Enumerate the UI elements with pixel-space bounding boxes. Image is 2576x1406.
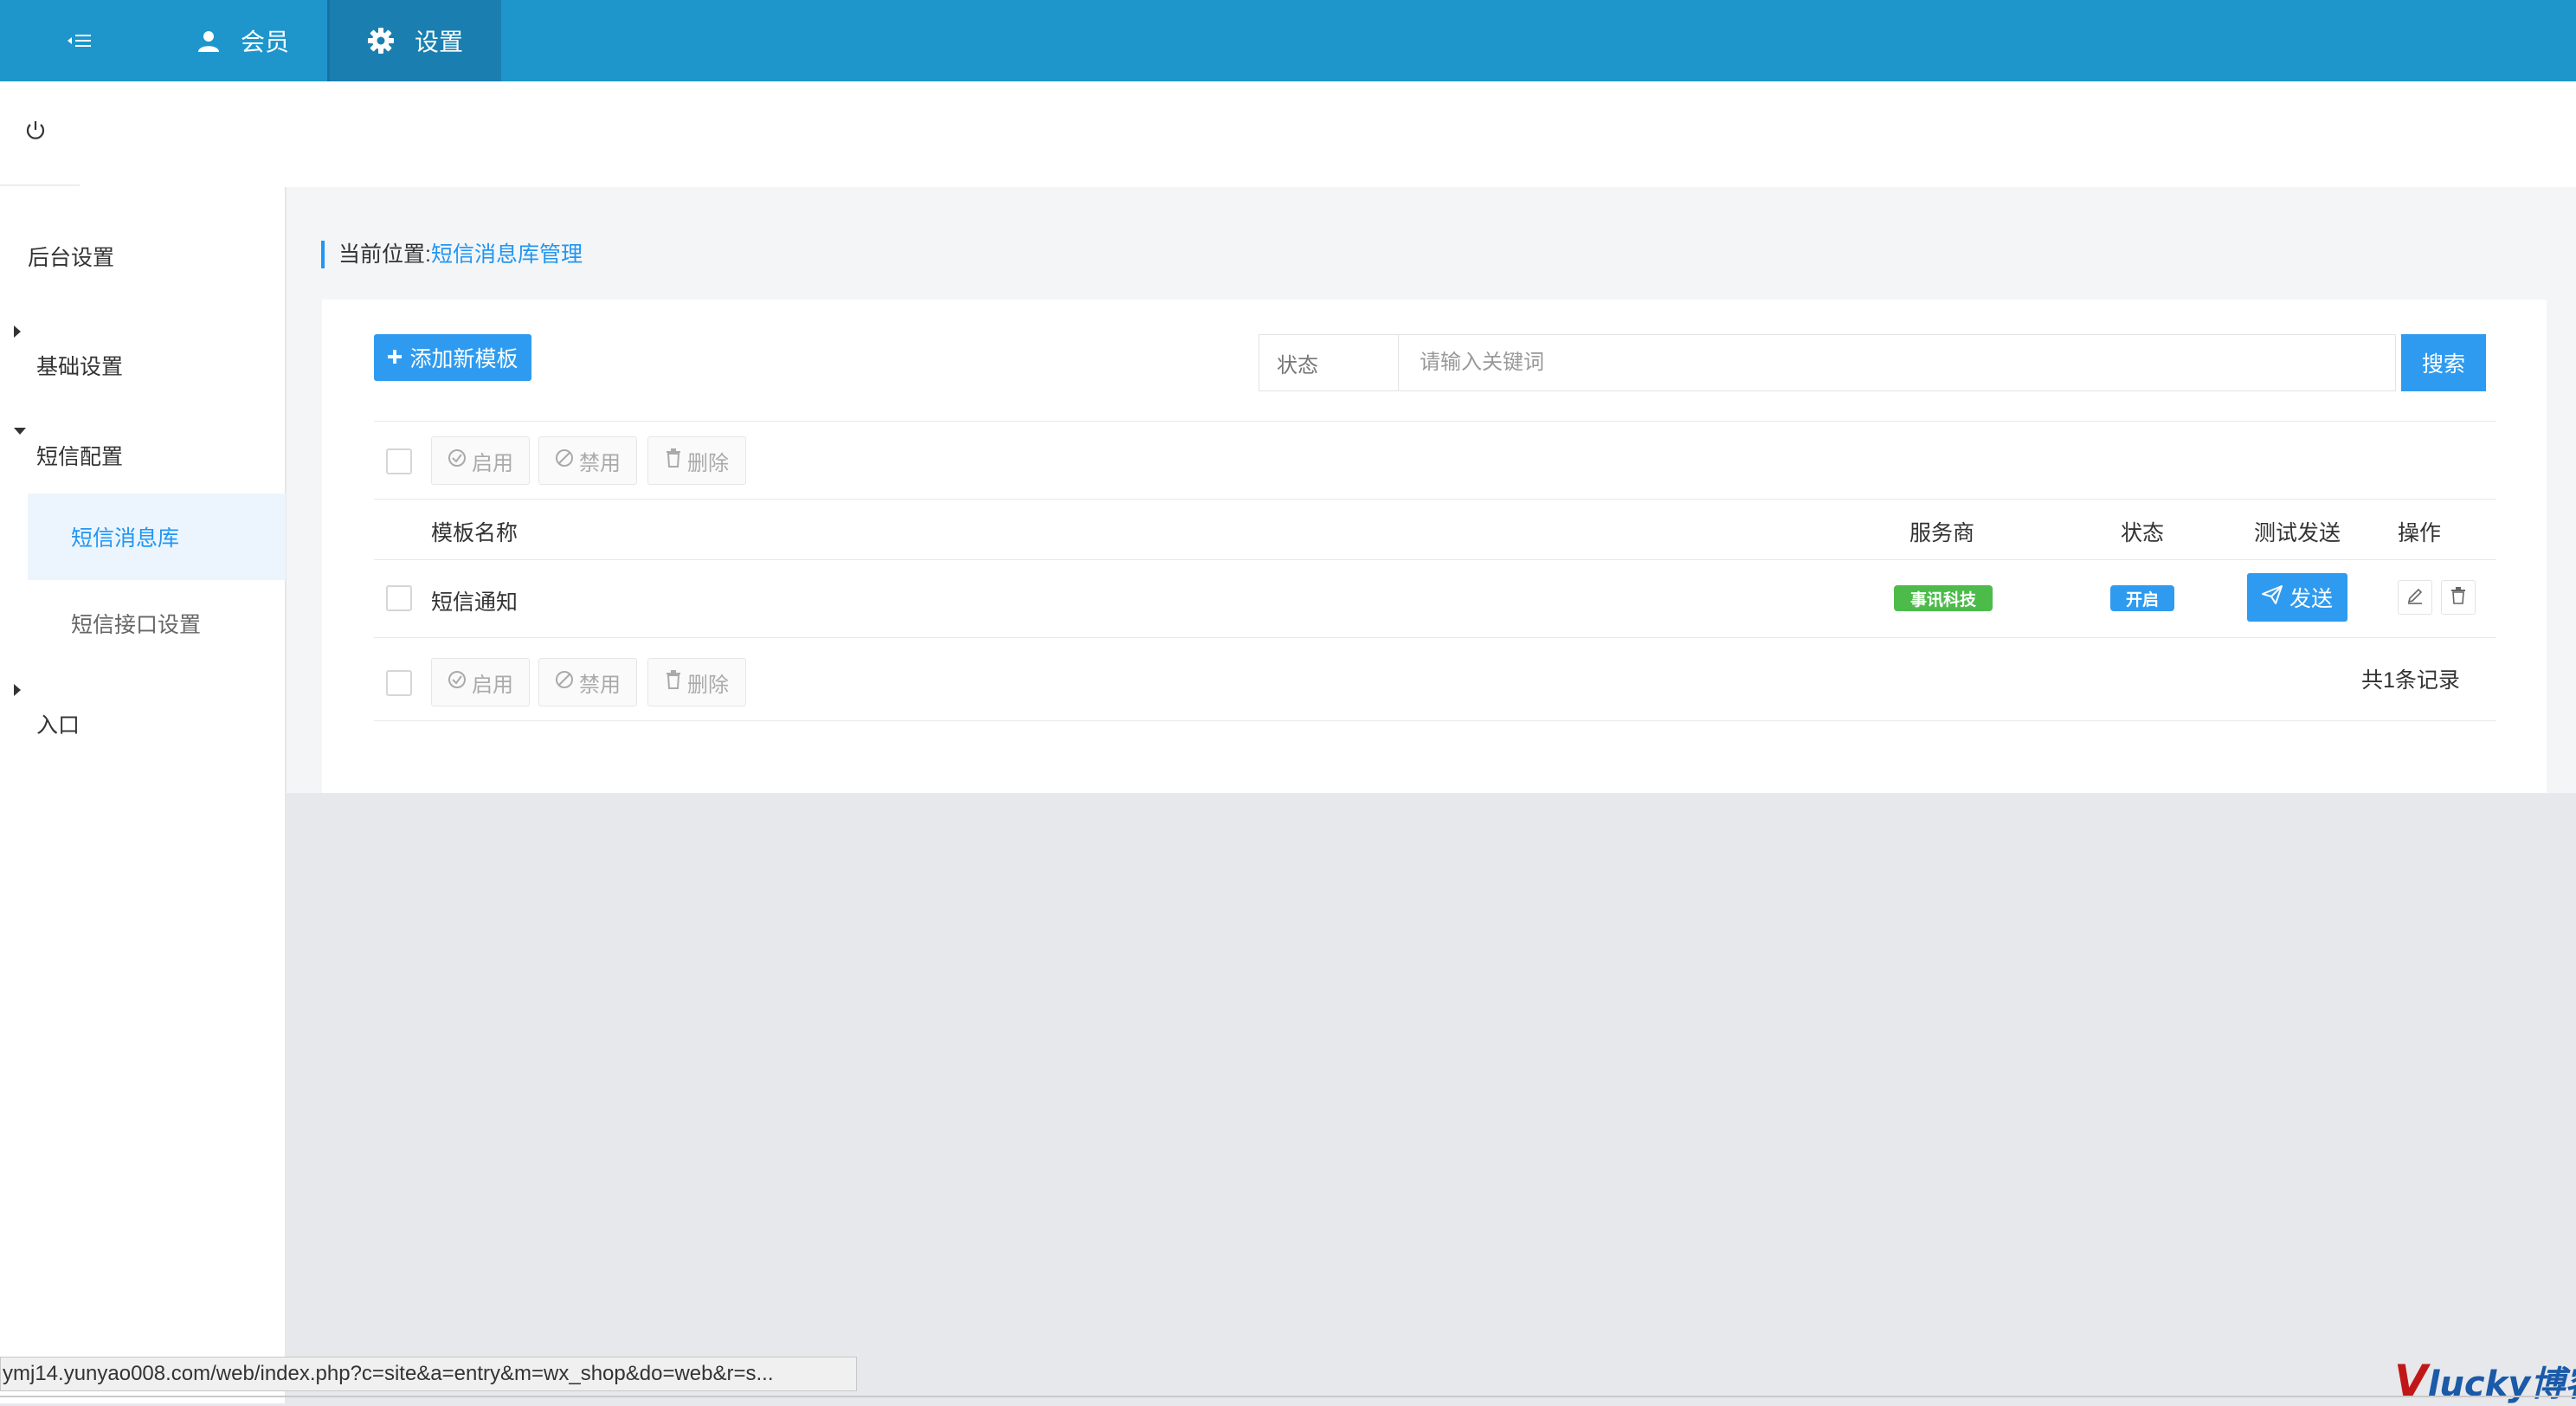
test-send-button[interactable]: 发送 — [2247, 573, 2347, 622]
sidebar-title: 后台设置 — [28, 246, 115, 270]
nav-tab-settings[interactable]: 设置 — [327, 0, 502, 81]
paper-plane-icon — [2261, 584, 2283, 610]
bulk-disable-label: 禁用 — [579, 673, 621, 697]
sidebar-group-label: 基础设置 — [36, 355, 124, 379]
column-header-name: 模板名称 — [431, 521, 518, 545]
status-badge: 开启 — [2110, 585, 2174, 611]
bulk-delete-button[interactable]: 删除 — [647, 436, 746, 485]
select-all-checkbox[interactable] — [386, 670, 412, 696]
bulk-delete-button[interactable]: 删除 — [647, 658, 746, 706]
watermark: Vlucky博客 — [2394, 1356, 2576, 1406]
column-header-test-send: 测试发送 — [2254, 521, 2341, 545]
divider — [374, 720, 2496, 721]
sidebar-group-label: 入口 — [36, 713, 80, 738]
ban-icon — [555, 670, 574, 695]
row-checkbox[interactable] — [386, 585, 412, 611]
divider — [374, 499, 2496, 500]
gear-icon — [368, 28, 395, 54]
sidebar-group-label: 短信配置 — [36, 445, 124, 469]
nav-tab-label: 会员 — [241, 29, 290, 55]
sidebar: 后台设置 基础设置 短信配置 短信消息库 短信接口设置 入口 — [0, 187, 286, 1403]
bulk-enable-label: 启用 — [472, 451, 513, 475]
user-icon — [197, 29, 220, 52]
bulk-disable-button[interactable]: 禁用 — [538, 658, 637, 706]
caret-down-icon — [14, 428, 26, 435]
bulk-delete-label: 删除 — [687, 673, 729, 697]
caret-right-icon — [14, 326, 21, 338]
search-input[interactable] — [1398, 334, 2396, 391]
nav-tab-label: 设置 — [415, 29, 464, 55]
provider-badge: 事讯科技 — [1894, 585, 1993, 611]
search-button[interactable]: 搜索 — [2401, 334, 2486, 391]
bulk-enable-label: 启用 — [472, 673, 513, 697]
ban-icon — [555, 448, 574, 474]
column-header-actions: 操作 — [2398, 521, 2442, 545]
divider — [374, 559, 2496, 560]
check-circle-icon — [448, 670, 467, 695]
test-send-label: 发送 — [2289, 587, 2333, 611]
column-header-provider: 服务商 — [1909, 521, 1975, 545]
delete-button[interactable] — [2441, 580, 2476, 615]
edit-button[interactable] — [2398, 580, 2432, 615]
watermark-text: lucky博客 — [2427, 1364, 2576, 1404]
breadcrumb: 当前位置:短信消息库管理 — [321, 241, 583, 268]
watermark-v: V — [2394, 1356, 2428, 1406]
trash-icon — [665, 669, 682, 695]
breadcrumb-prefix: 当前位置: — [338, 242, 431, 267]
add-template-button[interactable]: 添加新模板 — [374, 334, 531, 381]
divider — [374, 637, 2496, 638]
menu-toggle-icon[interactable] — [0, 0, 159, 81]
divider — [374, 421, 2496, 422]
bulk-disable-button[interactable]: 禁用 — [538, 436, 637, 485]
bulk-enable-button[interactable]: 启用 — [431, 436, 530, 485]
breadcrumb-current[interactable]: 短信消息库管理 — [431, 242, 583, 267]
template-name: 短信通知 — [431, 590, 518, 615]
main-panel: 添加新模板 状态 搜索 启用 禁用 删除 模板名称 服务商 状态 测试发送 操作… — [322, 300, 2547, 793]
bulk-delete-label: 删除 — [687, 451, 729, 475]
bulk-disable-label: 禁用 — [579, 451, 621, 475]
nav-tab-member[interactable]: 会员 — [159, 0, 327, 81]
power-icon[interactable] — [24, 119, 50, 145]
sidebar-item-sms-api[interactable]: 短信接口设置 — [28, 580, 286, 667]
bulk-enable-button[interactable]: 启用 — [431, 658, 530, 706]
sidebar-item-sms-library[interactable]: 短信消息库 — [28, 493, 286, 580]
plus-icon — [387, 345, 402, 371]
sub-header — [0, 81, 2576, 187]
check-circle-icon — [448, 448, 467, 474]
trash-icon — [2450, 586, 2466, 609]
record-count: 共1条记录 — [2361, 668, 2460, 693]
browser-status-url: ymj14.yunyao008.com/web/index.php?c=site… — [0, 1357, 857, 1391]
top-navbar: 会员 设置 — [0, 0, 2576, 81]
status-select[interactable]: 状态 — [1259, 334, 1399, 391]
trash-icon — [665, 448, 682, 474]
caret-right-icon — [14, 684, 21, 696]
divider — [0, 1396, 2576, 1397]
divider — [0, 184, 80, 186]
column-header-status: 状态 — [2121, 521, 2165, 545]
add-template-label: 添加新模板 — [409, 347, 518, 371]
select-all-checkbox[interactable] — [386, 448, 412, 474]
pencil-icon — [2406, 587, 2424, 609]
